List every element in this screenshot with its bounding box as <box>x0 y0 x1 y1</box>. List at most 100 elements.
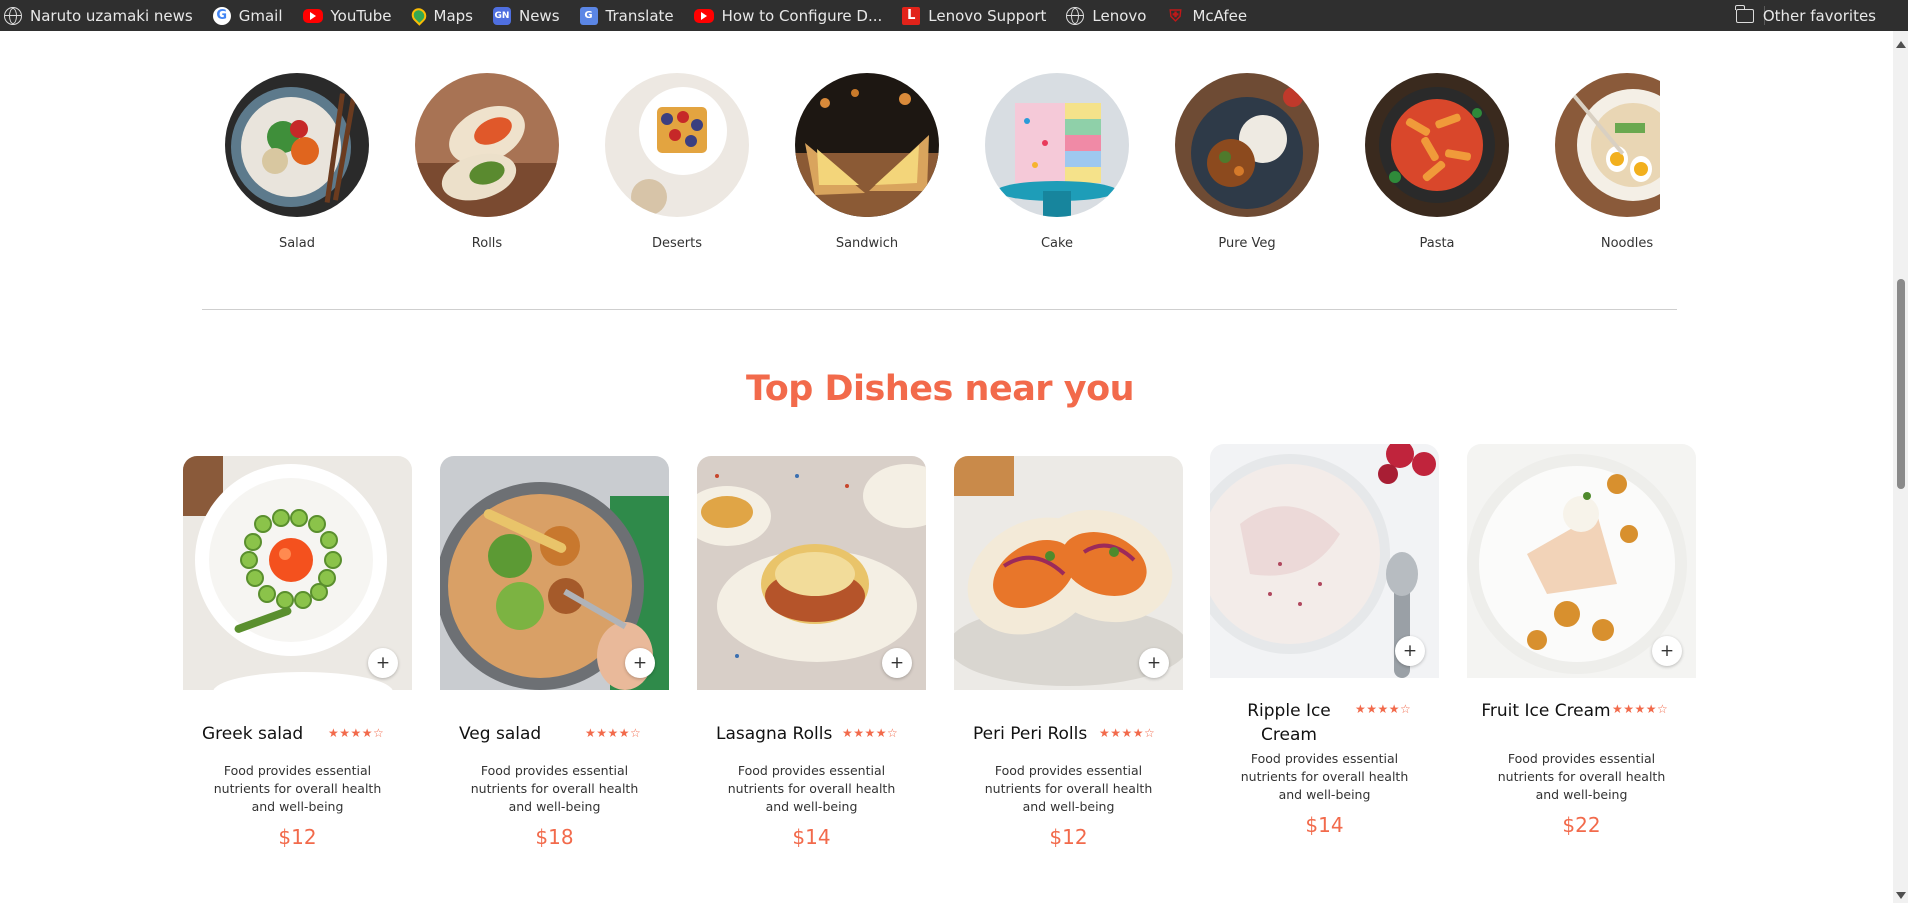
bookmark-label: Maps <box>433 6 473 25</box>
dish-price: $18 <box>535 825 574 849</box>
bookmark-lenovo[interactable]: Lenovo <box>1066 6 1146 25</box>
card-header: Lasagna Rolls ★★★★☆ <box>697 714 926 766</box>
dish-description: Food provides essential nutrients for ov… <box>984 763 1153 814</box>
section-title: Top Dishes near you <box>745 369 1135 409</box>
dish-price: $22 <box>1562 813 1601 837</box>
add-to-cart-button[interactable]: + <box>625 648 655 678</box>
dish-card-fruit-ice-cream: + Fruit Ice Cream ★★★★☆ Food provides es… <box>1467 444 1696 837</box>
salad-image <box>225 73 369 217</box>
dish-price: $12 <box>278 825 317 849</box>
page-content: Salad Rolls Deserts Sandwich Cake Pure V… <box>0 31 1893 903</box>
deserts-image <box>605 73 749 217</box>
dish-name: Veg salad <box>459 724 542 744</box>
pure-veg-image <box>1175 73 1319 217</box>
youtube-icon <box>302 8 323 23</box>
scrollbar-thumb[interactable] <box>1897 279 1905 489</box>
add-to-cart-button[interactable]: + <box>1395 636 1425 666</box>
card-header: Veg salad ★★★★☆ <box>440 714 669 766</box>
rating-stars-icon: ★★★★☆ <box>1355 702 1412 716</box>
dish-card-veg-salad: + Veg salad ★★★★☆ Food provides essentia… <box>440 456 669 849</box>
bookmark-label: Lenovo Support <box>928 6 1047 25</box>
card-header: Fruit Ice Cream ★★★★☆ <box>1467 701 1696 754</box>
sandwich-image <box>795 73 939 217</box>
pasta-image <box>1365 73 1509 217</box>
menu-item-rolls[interactable]: Rolls <box>392 73 582 251</box>
bookmark-maps[interactable]: Maps <box>412 7 473 25</box>
dish-description: Food provides essential nutrients for ov… <box>213 763 382 814</box>
dish-description: Food provides essential nutrients for ov… <box>727 763 896 814</box>
menu-item-cake[interactable]: Cake <box>962 73 1152 251</box>
bookmark-lenovo-support[interactable]: L Lenovo Support <box>902 6 1047 25</box>
bookmark-label: How to Configure D... <box>721 6 883 25</box>
menu-item-salad[interactable]: Salad <box>202 73 392 251</box>
bookmark-label: YouTube <box>330 6 392 25</box>
dish-name: Lasagna Rolls <box>716 724 833 744</box>
menu-item-pasta[interactable]: Pasta <box>1342 73 1532 251</box>
section-divider <box>202 309 1677 310</box>
ripple-ice-cream-image: + <box>1210 444 1439 678</box>
bookmark-how-to-configure[interactable]: How to Configure D... <box>693 6 883 25</box>
greek-salad-image: + <box>183 456 412 690</box>
bookmark-naruto-news[interactable]: Naruto uzamaki news <box>4 6 193 25</box>
bookmark-youtube[interactable]: YouTube <box>302 6 392 25</box>
cake-image <box>985 73 1129 217</box>
bookmark-mcafee[interactable]: ⛨ McAfee <box>1166 5 1248 25</box>
bookmark-label: McAfee <box>1192 6 1248 25</box>
dish-description: Food provides essential nutrients for ov… <box>1497 751 1666 802</box>
menu-item-sandwich[interactable]: Sandwich <box>772 73 962 251</box>
menu-item-pure-veg[interactable]: Pure Veg <box>1152 73 1342 251</box>
menu-item-label: Pasta <box>1419 236 1455 251</box>
add-to-cart-button[interactable]: + <box>1652 636 1682 666</box>
dish-name: Ripple Ice Cream <box>1247 701 1331 745</box>
menu-item-noodles[interactable]: Noodles <box>1532 73 1660 251</box>
translate-icon: G <box>579 6 598 25</box>
bookmark-label: Gmail <box>238 6 283 25</box>
menu-item-label: Noodles <box>1600 236 1654 251</box>
scroll-up-arrow-icon[interactable] <box>1896 41 1906 48</box>
dish-card-ripple-ice-cream: + Ripple Ice Cream ★★★★☆ Food provides e… <box>1210 444 1439 837</box>
dish-name: Peri Peri Rolls <box>973 724 1088 744</box>
bookmarks-bar: Naruto uzamaki news G Gmail YouTube Maps… <box>0 0 1908 31</box>
globe-icon <box>1066 6 1085 25</box>
add-to-cart-button[interactable]: + <box>1139 648 1169 678</box>
bookmark-label: Translate <box>605 6 674 25</box>
noodles-image <box>1555 73 1660 217</box>
dish-description: Food provides essential nutrients for ov… <box>470 763 639 814</box>
vertical-scrollbar[interactable] <box>1893 31 1908 903</box>
youtube-icon <box>693 8 714 23</box>
explore-menu-list: Salad Rolls Deserts Sandwich Cake Pure V… <box>202 73 1660 253</box>
dish-card-greek-salad: + Greek salad ★★★★☆ Food provides essent… <box>183 456 412 849</box>
lenovo-icon: L <box>902 6 921 25</box>
dish-name: Fruit Ice Cream <box>1481 701 1611 721</box>
bookmark-label: News <box>518 6 560 25</box>
lasagna-rolls-image: + <box>697 456 926 690</box>
rating-stars-icon: ★★★★☆ <box>842 726 899 740</box>
rating-stars-icon: ★★★★☆ <box>585 726 642 740</box>
globe-icon <box>4 6 22 25</box>
bookmark-news[interactable]: GN News <box>492 6 560 25</box>
dish-price: $12 <box>1049 825 1088 849</box>
fruit-ice-cream-image: + <box>1467 444 1696 678</box>
dish-price: $14 <box>1305 813 1344 837</box>
scroll-down-arrow-icon[interactable] <box>1896 892 1906 899</box>
add-to-cart-button[interactable]: + <box>368 648 398 678</box>
menu-item-label: Pure Veg <box>1218 236 1276 251</box>
rating-stars-icon: ★★★★☆ <box>1099 726 1156 740</box>
menu-item-label: Salad <box>278 236 316 251</box>
menu-item-label: Cake <box>1040 236 1074 251</box>
bookmark-translate[interactable]: G Translate <box>579 6 674 25</box>
other-favorites-label: Other favorites <box>1762 6 1876 25</box>
menu-item-label: Sandwich <box>835 236 899 251</box>
menu-item-label: Deserts <box>652 236 702 251</box>
bookmark-gmail[interactable]: G Gmail <box>212 6 283 25</box>
mcafee-shield-icon: ⛨ <box>1169 5 1182 25</box>
peri-peri-rolls-image: + <box>954 456 1183 690</box>
add-to-cart-button[interactable]: + <box>882 648 912 678</box>
news-icon: GN <box>492 6 511 25</box>
rating-stars-icon: ★★★★☆ <box>1612 702 1669 716</box>
other-favorites-folder[interactable]: Other favorites <box>1735 0 1876 31</box>
card-header: Ripple Ice Cream ★★★★☆ <box>1210 701 1439 754</box>
dish-name: Greek salad <box>202 724 304 744</box>
dish-card-peri-peri-rolls: + Peri Peri Rolls ★★★★☆ Food provides es… <box>954 456 1183 849</box>
menu-item-deserts[interactable]: Deserts <box>582 73 772 251</box>
